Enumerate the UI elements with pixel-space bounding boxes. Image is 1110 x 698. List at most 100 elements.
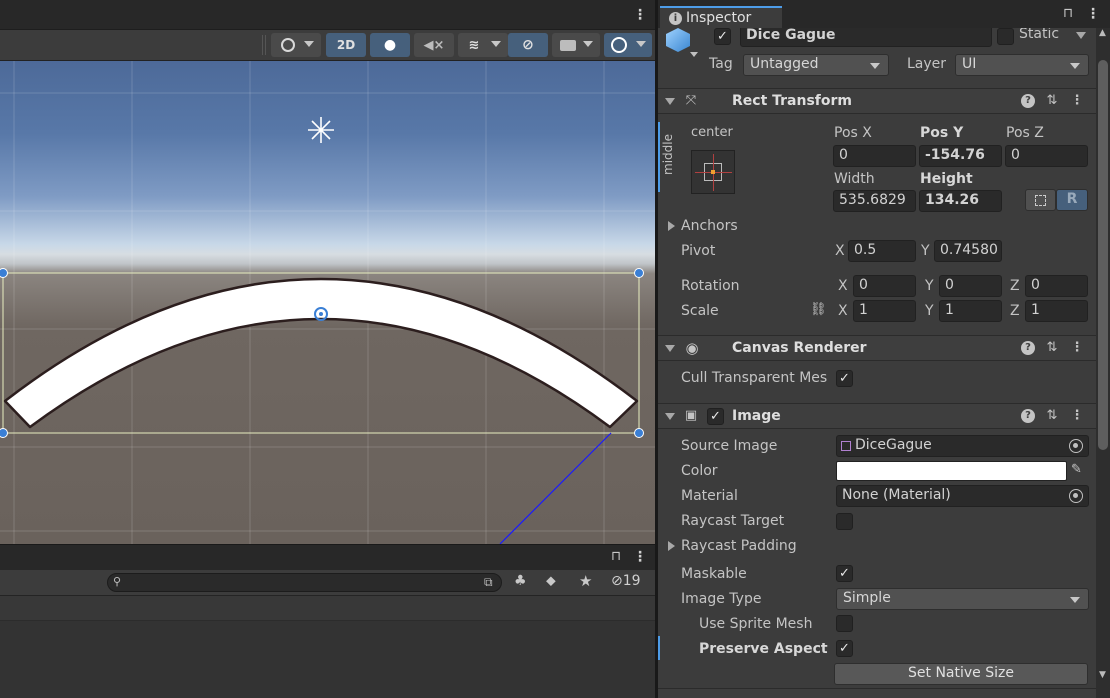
search-options-icon[interactable]: ⧉	[484, 575, 493, 590]
audio-mute-icon: ◀×	[423, 37, 445, 53]
scale-z-axis-label: Z	[1010, 303, 1020, 319]
project-list-row[interactable]	[0, 596, 655, 621]
tag-dropdown[interactable]: Untagged	[743, 54, 889, 76]
scroll-up-icon[interactable]: ▲	[1099, 28, 1106, 38]
scene-tab-bar: ⋮	[0, 0, 655, 30]
cull-transparent-checkbox[interactable]: ✓	[836, 370, 853, 387]
anchor-presets-button[interactable]	[691, 150, 735, 194]
rotation-x-axis-label: X	[838, 278, 848, 294]
pos-y-field[interactable]: -154.76	[919, 145, 1002, 167]
hidden-packages-toggle[interactable]: ⊘19	[611, 573, 641, 589]
scale-x-field[interactable]: 1	[853, 300, 916, 322]
gameobject-name-field[interactable]: Dice Gague	[740, 28, 992, 47]
image-component-icon: ▣	[684, 408, 698, 423]
kebab-menu-icon[interactable]: ⋮	[1070, 409, 1084, 423]
scene-visibility-button[interactable]: ⊘	[508, 33, 548, 57]
lighting-toggle-button[interactable]: ●	[370, 33, 410, 57]
kebab-menu-icon[interactable]: ⋮	[1070, 341, 1084, 355]
next-component-header[interactable]	[658, 688, 1096, 698]
filter-by-type-icon[interactable]: ♣	[514, 573, 527, 589]
blueprint-mode-button[interactable]	[1025, 189, 1056, 211]
kebab-menu-icon[interactable]: ⋮	[633, 549, 647, 565]
anchor-preset-dot	[711, 170, 715, 174]
rotation-x-field[interactable]: 0	[853, 275, 916, 297]
material-field[interactable]: None (Material)	[836, 485, 1089, 507]
image-title: Image	[732, 408, 781, 424]
filter-by-label-icon[interactable]: ⬥	[546, 573, 556, 589]
object-picker-icon[interactable]	[1069, 489, 1083, 503]
object-picker-icon[interactable]	[1069, 439, 1083, 453]
chevron-right-icon[interactable]	[668, 221, 675, 231]
image-type-dropdown[interactable]: Simple	[836, 588, 1089, 610]
preserve-aspect-checkbox[interactable]: ✓	[836, 640, 853, 657]
anchors-label[interactable]: Anchors	[681, 218, 738, 234]
presets-icon[interactable]: ⇅	[1045, 409, 1059, 423]
2d-mode-button[interactable]: 2D	[326, 33, 366, 57]
kebab-menu-icon[interactable]: ⋮	[1086, 6, 1100, 22]
search-input[interactable]: ⚲ ⧉	[107, 573, 502, 592]
material-value: None (Material)	[842, 487, 951, 503]
eyedropper-icon[interactable]: ✎	[1071, 462, 1082, 477]
maskable-checkbox[interactable]: ✓	[836, 565, 853, 582]
image-header[interactable]: ▣ ✓ Image ? ⇅ ⋮	[658, 403, 1096, 429]
tag-label: Tag	[709, 56, 733, 72]
source-image-label: Source Image	[681, 438, 778, 454]
scene-viewport[interactable]	[0, 61, 655, 544]
pivot-x-field[interactable]: 0.5	[848, 240, 916, 262]
height-field[interactable]: 134.26	[919, 190, 1002, 212]
rotation-y-field[interactable]: 0	[939, 275, 1002, 297]
pivot-label: Pivot	[681, 243, 716, 259]
canvas-renderer-header[interactable]: ◉ Canvas Renderer ? ⇅ ⋮	[658, 335, 1096, 361]
color-swatch[interactable]	[836, 461, 1067, 481]
hidden-eye-icon: ⊘	[611, 573, 623, 589]
help-icon[interactable]: ?	[1021, 341, 1035, 355]
scale-y-field[interactable]: 1	[939, 300, 1002, 322]
help-icon[interactable]: ?	[1021, 409, 1035, 423]
rect-transform-header[interactable]: ⤧ Rect Transform ? ⇅ ⋮	[658, 88, 1096, 114]
pos-x-label: Pos X	[834, 125, 872, 141]
raycast-target-checkbox[interactable]	[836, 513, 853, 530]
dice-gauge-arc	[3, 277, 639, 429]
chevron-down-icon[interactable]	[690, 52, 698, 57]
lock-icon[interactable]: ⊓	[611, 549, 621, 564]
pivot-y-field[interactable]: 0.74580	[934, 240, 1002, 262]
tab-inspector[interactable]: i Inspector	[660, 6, 782, 28]
presets-icon[interactable]: ⇅	[1045, 341, 1059, 355]
rotation-z-field[interactable]: 0	[1025, 275, 1088, 297]
raw-edit-button[interactable]: R	[1056, 189, 1088, 211]
audio-toggle-button[interactable]: ◀×	[414, 33, 454, 57]
help-icon[interactable]: ?	[1021, 94, 1035, 108]
scrollbar-thumb[interactable]	[1098, 60, 1108, 450]
set-native-size-button[interactable]: Set Native Size	[834, 663, 1088, 685]
gameobject-cube-icon	[666, 28, 690, 52]
rect-handle	[634, 268, 644, 278]
rect-handle	[0, 428, 8, 438]
scroll-down-icon[interactable]: ▼	[1099, 670, 1106, 680]
material-label: Material	[681, 488, 738, 504]
presets-icon[interactable]: ⇅	[1045, 94, 1059, 108]
raycast-padding-label[interactable]: Raycast Padding	[681, 538, 797, 554]
layer-dropdown[interactable]: UI	[955, 54, 1089, 76]
image-enabled-checkbox[interactable]: ✓	[707, 408, 724, 425]
lock-icon[interactable]: ⊓	[1063, 6, 1073, 21]
gameobject-active-checkbox[interactable]: ✓	[714, 28, 731, 45]
constrain-proportions-icon[interactable]: ⛓	[810, 302, 827, 317]
kebab-menu-icon[interactable]: ⋮	[633, 7, 647, 23]
eye-icon: ◉	[685, 339, 699, 357]
kebab-menu-icon[interactable]: ⋮	[1070, 94, 1084, 108]
shading-sphere-icon	[281, 38, 295, 52]
rotation-y-axis-label: Y	[925, 278, 934, 294]
preserve-aspect-label: Preserve Aspect	[699, 641, 828, 657]
chevron-right-icon[interactable]	[668, 541, 675, 551]
source-image-field[interactable]: DiceGague	[836, 435, 1089, 457]
chevron-down-icon	[636, 41, 646, 47]
pos-x-field[interactable]: 0	[833, 145, 916, 167]
favorites-star-icon[interactable]: ★	[579, 572, 592, 590]
use-sprite-mesh-checkbox[interactable]	[836, 615, 853, 632]
rect-transform-icon: ⤧	[685, 93, 697, 108]
static-checkbox[interactable]	[997, 28, 1014, 45]
width-field[interactable]: 535.6829	[833, 190, 916, 212]
scale-z-field[interactable]: 1	[1025, 300, 1088, 322]
static-dropdown-icon[interactable]	[1076, 32, 1086, 39]
pos-z-field[interactable]: 0	[1005, 145, 1088, 167]
